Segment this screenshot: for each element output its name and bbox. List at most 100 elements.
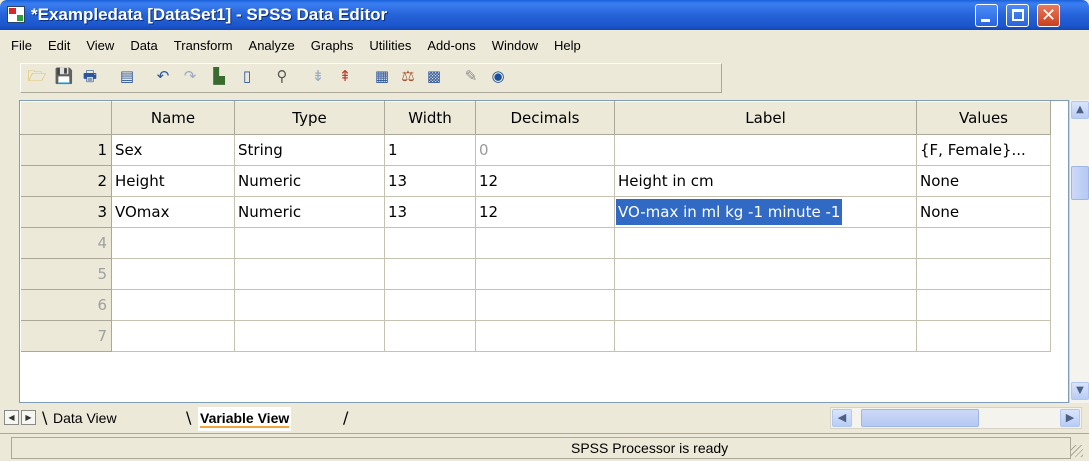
- cell-name[interactable]: [111, 258, 235, 290]
- cell-values[interactable]: [916, 258, 1051, 290]
- cell-decimals[interactable]: 12: [475, 165, 615, 197]
- cell-width[interactable]: [384, 320, 476, 352]
- variables-icon[interactable]: ▯: [236, 66, 258, 86]
- menu-data[interactable]: Data: [122, 38, 165, 53]
- column-header-width[interactable]: Width: [384, 101, 476, 135]
- cell-type[interactable]: [234, 227, 385, 259]
- menu-add-ons[interactable]: Add-ons: [419, 38, 483, 53]
- column-header-type[interactable]: Type: [234, 101, 385, 135]
- cell-width[interactable]: [384, 258, 476, 290]
- cell-type[interactable]: Numeric: [234, 196, 385, 228]
- menu-file[interactable]: File: [3, 38, 40, 53]
- row-number[interactable]: 4: [20, 227, 112, 259]
- vertical-scroll-thumb[interactable]: [1071, 166, 1089, 200]
- resize-grip-icon[interactable]: [1071, 445, 1083, 457]
- value-labels-icon[interactable]: ✎: [460, 66, 482, 86]
- cell-type[interactable]: [234, 258, 385, 290]
- cell-label[interactable]: [614, 227, 917, 259]
- cell-decimals[interactable]: 12: [475, 196, 615, 228]
- cell-type[interactable]: [234, 320, 385, 352]
- scroll-down-arrow-icon[interactable]: ▼: [1071, 382, 1089, 400]
- select-cases-icon[interactable]: ▩: [423, 66, 445, 86]
- cell-name[interactable]: Height: [111, 165, 235, 197]
- scroll-right-arrow-icon[interactable]: ▶: [1060, 409, 1080, 427]
- cell-label[interactable]: [614, 320, 917, 352]
- row-number[interactable]: 1: [20, 134, 112, 166]
- cell-values[interactable]: {F, Female}...: [916, 134, 1051, 166]
- open-folder-icon[interactable]: 🗁: [26, 66, 48, 86]
- insert-cases-icon[interactable]: ⇟: [307, 66, 329, 86]
- cell-name[interactable]: [111, 227, 235, 259]
- find-icon[interactable]: ⚲: [271, 66, 293, 86]
- minimize-button[interactable]: [975, 4, 998, 27]
- cell-values[interactable]: [916, 227, 1051, 259]
- save-icon[interactable]: 💾: [53, 66, 75, 86]
- cell-decimals[interactable]: 0: [475, 134, 615, 166]
- menu-utilities[interactable]: Utilities: [361, 38, 419, 53]
- cell-decimals[interactable]: [475, 320, 615, 352]
- split-file-icon[interactable]: ▦: [371, 66, 393, 86]
- cell-name[interactable]: [111, 289, 235, 321]
- vertical-scrollbar[interactable]: ▲ ▼: [1069, 100, 1089, 403]
- menu-analyze[interactable]: Analyze: [241, 38, 303, 53]
- row-number[interactable]: 6: [20, 289, 112, 321]
- cell-name[interactable]: VOmax: [111, 196, 235, 228]
- undo-icon[interactable]: ↶: [152, 66, 174, 86]
- column-header-name[interactable]: Name: [111, 101, 235, 135]
- menu-edit[interactable]: Edit: [40, 38, 78, 53]
- cell-values[interactable]: [916, 289, 1051, 321]
- dialog-recall-icon[interactable]: ▤: [116, 66, 138, 86]
- menu-help[interactable]: Help: [546, 38, 589, 53]
- menu-view[interactable]: View: [78, 38, 122, 53]
- cell-label[interactable]: [614, 134, 917, 166]
- print-icon[interactable]: 🖶: [79, 66, 101, 86]
- title-bar[interactable]: *Exampledata [DataSet1] - SPSS Data Edit…: [0, 0, 1089, 30]
- menu-window[interactable]: Window: [484, 38, 546, 53]
- cell-width[interactable]: [384, 289, 476, 321]
- cell-width[interactable]: [384, 227, 476, 259]
- menu-graphs[interactable]: Graphs: [303, 38, 362, 53]
- cell-decimals[interactable]: [475, 289, 615, 321]
- column-header-decimals[interactable]: Decimals: [475, 101, 615, 135]
- weight-cases-icon[interactable]: ⚖: [397, 66, 419, 86]
- cell-values[interactable]: [916, 320, 1051, 352]
- cell-width[interactable]: 1: [384, 134, 476, 166]
- row-number[interactable]: 2: [20, 165, 112, 197]
- tab-variable-view[interactable]: Variable View: [198, 407, 292, 431]
- column-header-label[interactable]: Label: [614, 101, 917, 135]
- tab-data-view[interactable]: Data View: [53, 407, 117, 431]
- goto-case-icon[interactable]: ▙: [208, 66, 230, 86]
- spss-app-icon[interactable]: [7, 6, 25, 23]
- cell-name[interactable]: [111, 320, 235, 352]
- column-header-values[interactable]: Values: [916, 101, 1051, 135]
- cell-label[interactable]: Height in cm: [614, 165, 917, 197]
- corner-cell[interactable]: [20, 101, 112, 135]
- cell-decimals[interactable]: [475, 227, 615, 259]
- horizontal-scroll-thumb[interactable]: [861, 409, 979, 427]
- cell-values[interactable]: None: [916, 196, 1051, 228]
- tab-last-arrow-icon[interactable]: ▶: [21, 410, 36, 425]
- cell-type[interactable]: [234, 289, 385, 321]
- scroll-left-arrow-icon[interactable]: ◀: [832, 409, 852, 427]
- cell-label-selected[interactable]: VO-max in ml kg -1 minute -1: [614, 196, 917, 228]
- cell-width[interactable]: 13: [384, 165, 476, 197]
- cell-label[interactable]: [614, 289, 917, 321]
- cell-type[interactable]: Numeric: [234, 165, 385, 197]
- maximize-button[interactable]: [1006, 4, 1029, 27]
- selected-label-text[interactable]: VO-max in ml kg -1 minute -1: [616, 199, 843, 225]
- row-number[interactable]: 7: [20, 320, 112, 352]
- cell-width[interactable]: 13: [384, 196, 476, 228]
- horizontal-scrollbar[interactable]: ◀ ▶: [830, 407, 1082, 429]
- cell-name[interactable]: Sex: [111, 134, 235, 166]
- row-number[interactable]: 3: [20, 196, 112, 228]
- redo-icon[interactable]: ↷: [179, 66, 201, 86]
- cell-type[interactable]: String: [234, 134, 385, 166]
- row-number[interactable]: 5: [20, 258, 112, 290]
- menu-transform[interactable]: Transform: [166, 38, 241, 53]
- cell-values[interactable]: None: [916, 165, 1051, 197]
- scroll-up-arrow-icon[interactable]: ▲: [1071, 101, 1089, 119]
- cell-decimals[interactable]: [475, 258, 615, 290]
- close-button[interactable]: ✕: [1037, 4, 1060, 27]
- insert-variable-icon[interactable]: ⇞: [334, 66, 356, 86]
- cell-label[interactable]: [614, 258, 917, 290]
